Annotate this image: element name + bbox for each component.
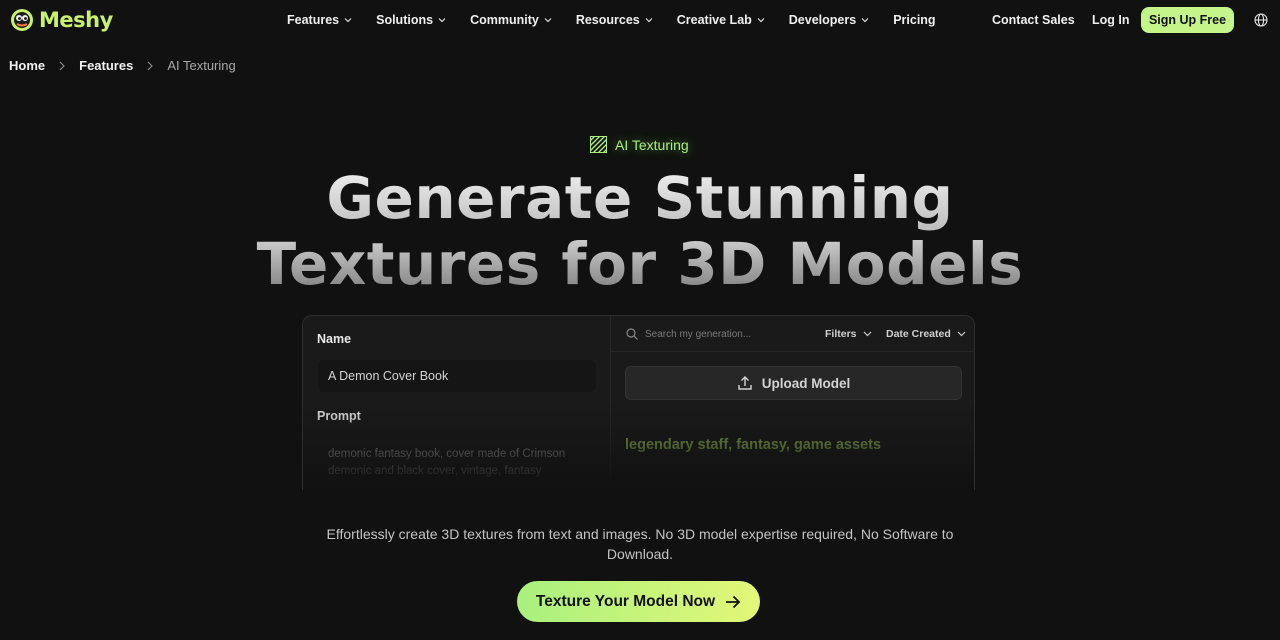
nav-features[interactable]: Features <box>287 13 352 27</box>
nav-community[interactable]: Community <box>470 13 552 27</box>
breadcrumb: Home Features AI Texturing <box>9 58 236 73</box>
brand-name: Meshy <box>39 8 113 32</box>
top-navigation: Meshy Features Solutions Community Resou… <box>0 0 1280 40</box>
nav-solutions-label: Solutions <box>376 13 434 27</box>
feature-tag: AI Texturing <box>590 136 689 153</box>
demo-panel: Name A Demon Cover Book Prompt demonic f… <box>302 315 975 490</box>
chevron-down-icon <box>957 331 966 337</box>
title-line-2: Textures for 3D Models <box>0 231 1280 297</box>
signup-button[interactable]: Sign Up Free <box>1141 7 1234 33</box>
nav-solutions[interactable]: Solutions <box>376 13 446 27</box>
breadcrumb-features[interactable]: Features <box>79 58 133 73</box>
contact-sales-link[interactable]: Contact Sales <box>992 13 1075 27</box>
prompt-field[interactable]: demonic fantasy book, cover made of Crim… <box>328 446 588 480</box>
prompt-label: Prompt <box>317 409 361 423</box>
chevron-down-icon <box>438 18 446 23</box>
brand-logo[interactable]: Meshy <box>9 7 113 33</box>
search-icon <box>626 328 638 340</box>
generation-toolbar: Filters Date Created <box>611 316 974 352</box>
upload-icon <box>738 376 752 390</box>
texture-model-cta-button[interactable]: Texture Your Model Now <box>517 581 760 622</box>
name-label: Name <box>317 332 352 346</box>
filters-label: Filters <box>825 328 857 340</box>
chevron-down-icon <box>344 18 352 23</box>
title-line-1: Generate Stunning <box>0 165 1280 231</box>
page-title: Generate Stunning Textures for 3D Models <box>0 165 1280 297</box>
login-link[interactable]: Log In <box>1092 13 1130 27</box>
breadcrumb-current: AI Texturing <box>167 58 236 73</box>
name-field[interactable]: A Demon Cover Book <box>318 360 596 392</box>
arrow-right-icon <box>726 595 741 608</box>
chevron-right-icon <box>147 61 154 70</box>
chevron-down-icon <box>544 18 552 23</box>
sort-dropdown[interactable]: Date Created <box>886 328 966 340</box>
search-input[interactable] <box>645 326 795 342</box>
chevron-down-icon <box>861 18 869 23</box>
main-menu: Features Solutions Community Resources C… <box>287 0 936 40</box>
upload-model-button[interactable]: Upload Model <box>625 366 962 400</box>
generation-prompt: legendary staff, fantasy, game assets <box>625 437 882 453</box>
nav-community-label: Community <box>470 13 539 27</box>
chevron-right-icon <box>59 61 65 70</box>
nav-resources[interactable]: Resources <box>576 13 653 27</box>
cta-label: Texture Your Model Now <box>535 592 716 610</box>
globe-icon[interactable] <box>1254 13 1268 27</box>
upload-label: Upload Model <box>761 375 851 391</box>
nav-pricing-label: Pricing <box>893 13 936 27</box>
feature-tag-label: AI Texturing <box>615 136 689 153</box>
nav-creative-lab[interactable]: Creative Lab <box>677 13 765 27</box>
nav-creative-lab-label: Creative Lab <box>676 13 752 27</box>
nav-developers-label: Developers <box>788 13 857 27</box>
hero-description: Effortlessly create 3D textures from tex… <box>326 526 954 562</box>
nav-resources-label: Resources <box>575 13 640 27</box>
chevron-down-icon <box>757 18 765 23</box>
filters-dropdown[interactable]: Filters <box>825 328 872 340</box>
meshy-logo-icon <box>11 9 33 31</box>
nav-features-label: Features <box>287 13 340 27</box>
chevron-down-icon <box>645 18 653 23</box>
texture-stripes-icon <box>590 136 607 153</box>
sort-label: Date Created <box>886 328 951 340</box>
breadcrumb-home[interactable]: Home <box>9 58 45 73</box>
nav-developers[interactable]: Developers <box>789 13 869 27</box>
chevron-down-icon <box>863 331 871 337</box>
nav-pricing[interactable]: Pricing <box>893 13 935 27</box>
